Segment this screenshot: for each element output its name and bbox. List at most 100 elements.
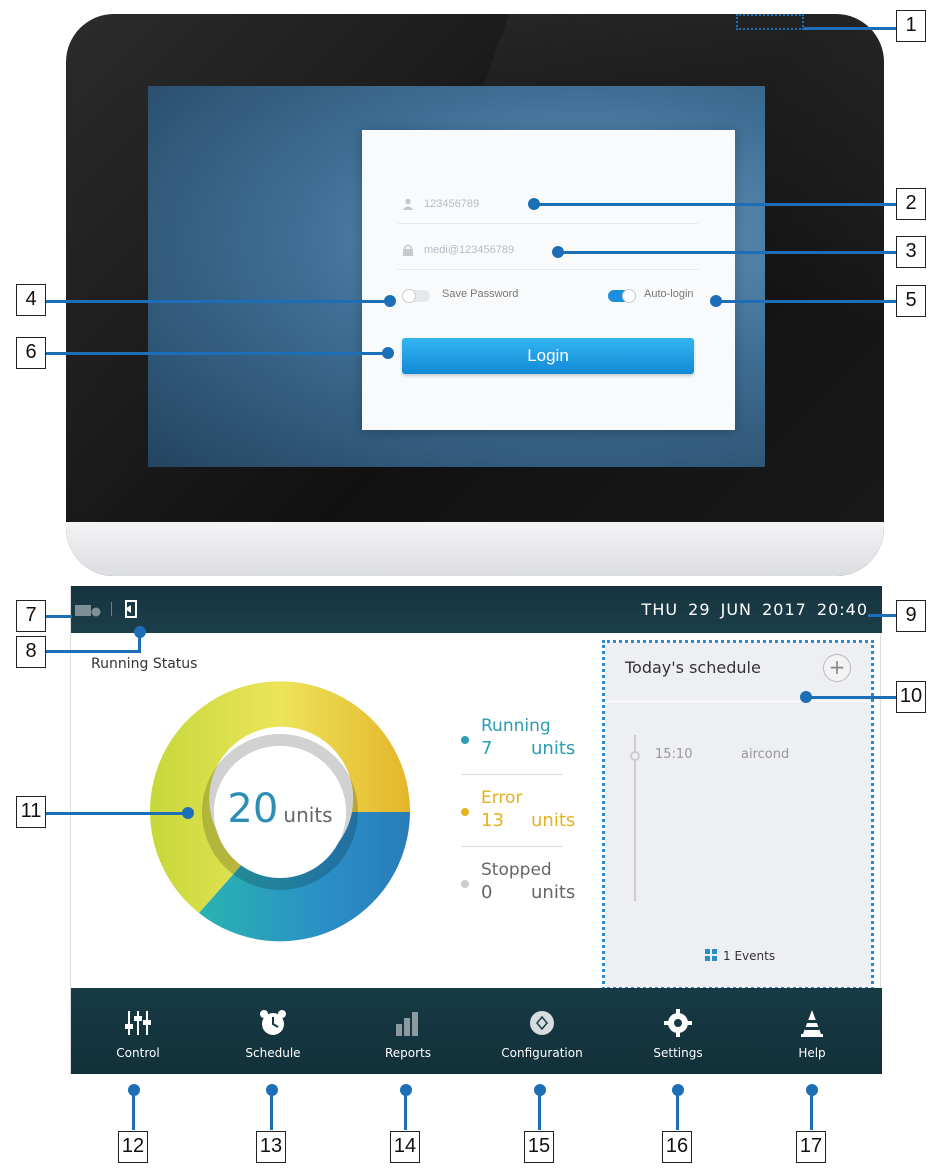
nav-label: Reports [384,1046,432,1060]
schedule-divider [605,701,871,702]
dashboard: THU 29 JUN 2017 20:40 Running Status 20 … [70,586,882,1074]
nav-reports[interactable]: Reports [343,988,473,1074]
legend-dot-running [461,736,469,744]
callout-leader-2 [534,203,898,206]
callout-2: 2 [896,188,926,220]
password-field[interactable]: medi@123456789 [398,230,698,270]
callout-leader-1 [804,27,898,30]
save-password-label: Save Password [442,288,519,300]
callout-6: 6 [16,337,46,369]
callout-leader-10 [806,696,898,699]
nav-schedule[interactable]: Schedule [208,988,338,1074]
callout-leader-12 [132,1090,135,1130]
callout-3: 3 [896,236,926,268]
login-card: 123456789 medi@123456789 Save Password A… [362,130,735,430]
callout-leader-17 [810,1090,813,1130]
callout-1: 1 [896,10,926,42]
callout-leader-3 [558,251,898,254]
callout-leader-8a [138,632,141,652]
todays-schedule-panel: Today's schedule + 15:10 aircond 1 Event… [602,640,874,990]
alarm-clock-icon [260,1010,286,1035]
nav-control[interactable]: Control [73,988,203,1074]
gear-icon [664,1009,692,1037]
legend-name: Error [481,788,523,808]
auto-login-label: Auto-login [644,288,694,300]
callout-leader-5 [716,300,898,303]
add-schedule-button[interactable]: + [823,654,851,682]
legend-dot-error [461,808,469,816]
bottom-nav: Control Schedule Reports Configuration S… [71,988,882,1074]
legend-divider [461,774,563,775]
total-unit: units [283,803,333,827]
callout-17: 17 [796,1131,826,1163]
callout-leader-15 [538,1090,541,1130]
nav-label: Configuration [501,1046,583,1060]
legend-count: 7 [481,738,493,759]
save-password-toggle[interactable] [402,289,430,303]
callout-dot-6 [382,347,394,359]
grid-icon [705,949,717,961]
connection-status-icon [75,605,101,617]
bar-chart-icon [396,1012,418,1036]
callout-5: 5 [896,285,926,317]
nav-label: Settings [653,1046,703,1060]
auto-login-toggle[interactable] [608,289,636,303]
topbar-divider [111,602,112,616]
schedule-entry-event[interactable]: aircond [741,747,789,762]
callout-leader-9 [868,614,898,617]
legend-running: Running 7 units [461,710,591,770]
callout-dot-11 [182,807,194,819]
callout-14: 14 [390,1131,420,1163]
cone-icon [801,1010,823,1037]
legend-stopped: Stopped 0 units [461,854,591,914]
total-count: 20 [227,786,279,832]
camera-sensor-area [736,14,804,30]
legend-count: 13 [481,810,504,831]
events-count-label: 1 Events [723,949,776,963]
schedule-entry-time[interactable]: 15:10 [655,747,692,762]
datetime-display: THU 29 JUN 2017 20:40 [641,600,868,619]
sliders-icon [125,1011,151,1035]
legend-count: 0 [481,882,493,903]
callout-leader-6 [46,352,386,355]
callout-leader-4 [46,300,388,303]
configuration-icon [530,1011,554,1035]
device-chin [66,522,884,576]
callout-leader-7 [46,615,72,618]
callout-leader-16 [676,1090,679,1130]
callout-9: 9 [896,600,926,632]
callout-leader-14 [404,1090,407,1130]
callout-4: 4 [16,284,46,316]
callout-16: 16 [662,1131,692,1163]
callout-leader-11 [46,812,186,815]
legend-unit: units [531,810,576,831]
login-button[interactable]: Login [402,338,694,374]
legend-dot-stopped [461,880,469,888]
callout-leader-8b [46,650,141,653]
callout-8: 8 [16,636,46,668]
events-count[interactable]: 1 Events [705,949,775,963]
nav-help[interactable]: Help [747,988,877,1074]
nav-label: Schedule [245,1046,301,1060]
legend-error: Error 13 units [461,782,591,842]
nav-configuration[interactable]: Configuration [477,988,607,1074]
username-input[interactable]: 123456789 [424,198,479,210]
legend-unit: units [531,738,576,759]
callout-11: 11 [16,796,46,828]
nav-label: Control [116,1046,160,1060]
callout-dot-4 [384,295,396,307]
nav-label: Help [798,1046,826,1060]
callout-7: 7 [16,600,46,632]
logout-icon[interactable] [123,600,141,618]
callout-leader-13 [270,1090,273,1130]
toggle-knob [622,289,636,303]
toggle-knob [402,289,416,303]
top-bar: THU 29 JUN 2017 20:40 [71,586,882,633]
callout-13: 13 [256,1131,286,1163]
password-input[interactable]: medi@123456789 [424,244,514,256]
legend-name: Stopped [481,860,552,880]
callout-10: 10 [896,681,926,713]
nav-settings[interactable]: Settings [613,988,743,1074]
callout-15: 15 [524,1131,554,1163]
legend-divider [461,846,563,847]
